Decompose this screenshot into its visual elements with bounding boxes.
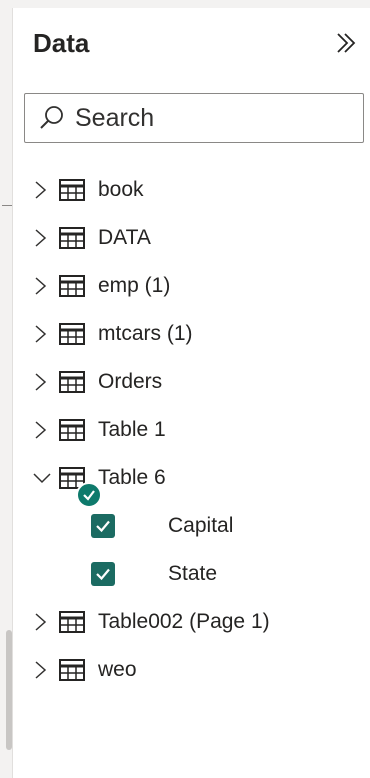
field-checkbox[interactable]: [91, 562, 115, 586]
table-icon: [59, 611, 85, 633]
table-row-table002[interactable]: Table002 (Page 1): [13, 598, 370, 646]
search-input[interactable]: [75, 103, 345, 133]
double-chevron-right-icon: [337, 33, 356, 53]
chevron-right-icon[interactable]: [33, 276, 49, 296]
data-pane-header: Data: [13, 8, 370, 78]
table-icon: [59, 179, 85, 201]
field-name: State: [168, 562, 218, 585]
collapse-pane-button[interactable]: [329, 26, 363, 60]
table-row-weo[interactable]: weo: [13, 646, 370, 694]
table-row-emp[interactable]: emp (1): [13, 262, 370, 310]
field-checkbox[interactable]: [91, 514, 115, 538]
chevron-right-icon[interactable]: [33, 660, 49, 680]
chevron-right-icon[interactable]: [33, 180, 49, 200]
table-name: weo: [98, 658, 137, 681]
chevron-right-icon[interactable]: [33, 612, 49, 632]
chevron-down-icon[interactable]: [31, 468, 51, 488]
table-row-mtcars[interactable]: mtcars (1): [13, 310, 370, 358]
table-row-data[interactable]: DATA: [13, 214, 370, 262]
field-row-state[interactable]: State: [13, 550, 370, 598]
fields-tree: book DATA emp (1) mtcars (1) Orders Tabl…: [13, 166, 370, 694]
pane-title: Data: [33, 28, 90, 58]
chevron-right-icon[interactable]: [33, 228, 49, 248]
chevron-right-icon[interactable]: [33, 372, 49, 392]
table-row-table-6[interactable]: Table 6: [13, 454, 370, 508]
table-name: mtcars (1): [98, 322, 193, 345]
table-name: DATA: [98, 226, 151, 249]
search-box[interactable]: [24, 93, 364, 143]
table-name: book: [98, 178, 144, 201]
table-name: Table002 (Page 1): [98, 610, 270, 633]
search-icon: [37, 103, 67, 133]
field-name: Capital: [168, 514, 234, 537]
table-icon: [59, 323, 85, 345]
table-row-book[interactable]: book: [13, 166, 370, 214]
table-icon: [59, 371, 85, 393]
canvas-divider: [2, 205, 12, 206]
table-name: emp (1): [98, 274, 171, 297]
table-name: Table 6: [98, 466, 166, 489]
table-name: Orders: [98, 370, 163, 393]
table-row-table-1[interactable]: Table 1: [13, 406, 370, 454]
table-icon: [59, 275, 85, 297]
table-icon: [59, 659, 85, 681]
table-icon: [59, 227, 85, 249]
chevron-right-icon[interactable]: [33, 324, 49, 344]
table-row-orders[interactable]: Orders: [13, 358, 370, 406]
data-pane: Data book DATA: [12, 8, 370, 778]
field-row-capital[interactable]: Capital: [13, 502, 370, 550]
table-name: Table 1: [98, 418, 166, 441]
chevron-right-icon[interactable]: [33, 420, 49, 440]
table-icon: [59, 419, 85, 441]
